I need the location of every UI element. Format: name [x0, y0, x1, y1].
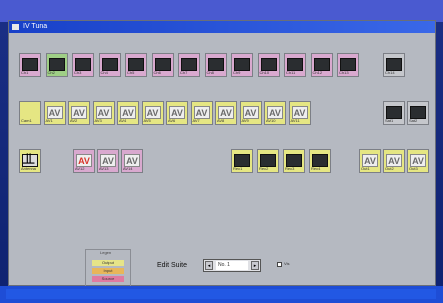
- tile-label: Sat2: [409, 118, 418, 123]
- tile-label: Ch1: [21, 70, 29, 75]
- tile-label: AV13: [99, 166, 109, 171]
- tile-label: Ch3: [74, 70, 82, 75]
- tile-label: AV11: [290, 118, 300, 123]
- source-tile[interactable]: Rec1: [231, 149, 253, 173]
- bottom-panel: Legen Output Input Source Edit Suite ◂ N…: [85, 249, 335, 289]
- tile-label: Ch7: [180, 70, 188, 75]
- source-tile[interactable]: AV AV4: [117, 101, 139, 125]
- source-tile[interactable]: AV AV13: [97, 149, 119, 173]
- source-tile[interactable]: AV AV8: [215, 101, 237, 125]
- vis-checkbox-label: Vis: [284, 261, 290, 266]
- app-icon: [12, 24, 19, 30]
- tile-label: Ch11: [286, 70, 296, 75]
- source-tile[interactable]: Ch6: [151, 53, 174, 77]
- source-tile[interactable]: Ch2: [45, 53, 68, 77]
- source-tile[interactable]: Ch12: [310, 53, 333, 77]
- source-tile[interactable]: AV AV6: [166, 101, 188, 125]
- tile-label: Rec2: [259, 166, 269, 171]
- tile-label: Ch8: [206, 70, 214, 75]
- tile-label: Rec4: [311, 166, 321, 171]
- tile-label: Ch5: [127, 70, 135, 75]
- source-tile[interactable]: Rec2: [257, 149, 279, 173]
- tile-label: Out3: [409, 166, 418, 171]
- source-tile[interactable]: AV AV2: [68, 101, 90, 125]
- legend-source: Source: [92, 276, 124, 282]
- tile-label: Out1: [361, 166, 370, 171]
- source-tile[interactable]: Ch7: [178, 53, 200, 77]
- source-tile[interactable]: Ch4: [98, 53, 121, 77]
- tile-label: Rec3: [285, 166, 295, 171]
- tile-label: AV2: [70, 118, 78, 123]
- taskbar-strip: [6, 289, 436, 299]
- source-tile[interactable]: AV AV9: [239, 101, 262, 125]
- tile-label: AV14: [123, 166, 133, 171]
- source-tile[interactable]: Sat1: [383, 101, 405, 125]
- tile-label: Sat1: [385, 118, 394, 123]
- desktop-top-strip: [0, 0, 443, 22]
- source-tile[interactable]: Sat2: [407, 101, 429, 125]
- source-tile[interactable]: AV AV10: [264, 101, 286, 125]
- tile-label: Ch13: [339, 70, 349, 75]
- tile-label: Ch4: [100, 70, 108, 75]
- tile-label: Ch10: [259, 70, 270, 75]
- monitor-background: IV Tuna Ch1 Ch2 Ch3 Ch4 Ch5 Ch6 Ch7 Ch8 Ch9 Ch10 C…: [0, 0, 443, 303]
- source-tile[interactable]: Ch1: [19, 53, 41, 77]
- tile-label: AV1: [45, 118, 53, 123]
- vis-checkbox[interactable]: [277, 262, 282, 267]
- tile-label: AV12: [75, 166, 85, 171]
- window-title: IV Tuna: [23, 23, 48, 30]
- edit-suite-spinner[interactable]: ◂ No. 1 ▸: [203, 259, 261, 272]
- tile-label: AV6: [168, 118, 176, 123]
- source-tile[interactable]: AV AV3: [92, 101, 115, 125]
- source-tile[interactable]: Ch10: [257, 53, 280, 77]
- tile-label: AV7: [192, 118, 200, 123]
- spin-left-button[interactable]: ◂: [205, 261, 213, 270]
- tile-label: AV4: [119, 118, 127, 123]
- source-tile[interactable]: Ch3: [72, 53, 94, 77]
- source-tile[interactable]: AV Out3: [407, 149, 429, 173]
- spin-right-button[interactable]: ▸: [251, 261, 259, 270]
- tile-label: Out2: [385, 166, 394, 171]
- source-tile[interactable]: Rec4: [309, 149, 331, 173]
- legend-box: Legen Output Input Source: [85, 249, 131, 287]
- source-tile[interactable]: Ch5: [125, 53, 147, 77]
- legend-output: Output: [92, 260, 124, 266]
- tile-label: AV5: [143, 118, 151, 123]
- tile-label: AV3: [94, 118, 102, 123]
- tile-label: Ch14: [385, 70, 395, 75]
- source-tile[interactable]: Ch11: [284, 53, 306, 77]
- source-tile[interactable]: Rec3: [283, 149, 305, 173]
- main-window: IV Tuna Ch1 Ch2 Ch3 Ch4 Ch5 Ch6 Ch7 Ch8 Ch9 Ch10 C…: [8, 20, 436, 289]
- tile-label: Antenna: [21, 166, 36, 171]
- edit-suite-label: Edit Suite: [157, 262, 187, 269]
- source-tile[interactable]: Ch13: [337, 53, 359, 77]
- legend-title: Legen: [100, 250, 112, 255]
- source-tile[interactable]: Cam1: [19, 101, 41, 125]
- source-tile[interactable]: AV AV5: [141, 101, 164, 125]
- tile-label: AV8: [217, 118, 225, 123]
- tile-label: Ch6: [153, 70, 161, 75]
- edit-suite-value[interactable]: No. 1: [216, 261, 248, 270]
- tile-label: AV10: [266, 118, 276, 123]
- tile-label: Ch9: [233, 70, 241, 75]
- tile-label: Ch12: [312, 70, 323, 75]
- tile-label: Cam1: [21, 118, 32, 123]
- source-tile[interactable]: AV AV11: [288, 101, 311, 125]
- source-tile[interactable]: AV AV12: [73, 149, 95, 173]
- source-tile[interactable]: AV AV14: [121, 149, 143, 173]
- source-tile[interactable]: Ch9: [231, 53, 253, 77]
- source-tile[interactable]: ╨ Antenna: [19, 149, 41, 173]
- source-tile[interactable]: AV AV1: [43, 101, 66, 125]
- tile-label: Rec1: [233, 166, 243, 171]
- source-tile[interactable]: Ch8: [204, 53, 227, 77]
- tile-label: Ch2: [47, 70, 55, 75]
- tile-label: AV9: [241, 118, 249, 123]
- legend-input: Input: [92, 268, 124, 274]
- taskbar: [0, 286, 443, 303]
- window-titlebar[interactable]: IV Tuna: [9, 21, 435, 33]
- source-tile[interactable]: Ch14: [383, 53, 405, 77]
- source-tile[interactable]: AV Out2: [383, 149, 405, 173]
- source-tile[interactable]: AV Out1: [359, 149, 381, 173]
- source-tile[interactable]: AV AV7: [190, 101, 213, 125]
